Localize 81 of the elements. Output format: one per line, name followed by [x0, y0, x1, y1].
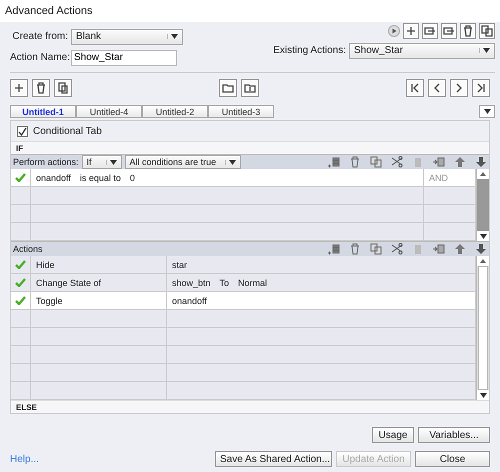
target-text: star	[172, 260, 188, 270]
insert-icon[interactable]	[433, 243, 445, 255]
caret-icon	[484, 109, 490, 114]
checkbox-label: Conditional Tab	[33, 126, 102, 136]
field-label: Create from:	[11, 31, 68, 42]
help-link[interactable]: Help...	[10, 454, 39, 464]
target-text: onandoff	[172, 296, 207, 306]
scroll-up-icon[interactable]	[480, 259, 486, 263]
scroll-up-icon[interactable]	[480, 172, 486, 176]
existing-actions-dropdown[interactable]: Show_Star	[349, 42, 495, 58]
condition-mode-dropdown[interactable]: All conditions are true	[124, 155, 241, 169]
caret-icon	[480, 234, 486, 238]
add-icon[interactable]	[10, 79, 28, 97]
duplicate-icon[interactable]	[479, 23, 495, 39]
insert-icon[interactable]	[433, 156, 445, 168]
tab[interactable]: Untitled-1	[10, 105, 76, 118]
section-header: Actions	[13, 244, 43, 254]
trash-icon[interactable]	[32, 79, 50, 97]
check-icon[interactable]	[15, 173, 26, 182]
action-cell: Change State of	[31, 274, 167, 291]
perform-actions-label: Perform actions:	[13, 157, 79, 167]
checkbox[interactable]	[17, 126, 28, 136]
arrow-down-icon[interactable]	[475, 156, 487, 168]
target-text: To	[220, 278, 230, 288]
action-row[interactable]: Change State of show_btn To Normal	[11, 274, 476, 292]
next-icon[interactable]	[450, 79, 468, 97]
caret-icon	[224, 160, 236, 164]
scissors-icon[interactable]	[391, 156, 403, 168]
action-name-field[interactable]: Show_Star	[71, 50, 177, 66]
arrow-down-icon[interactable]	[475, 243, 487, 255]
copy-icon[interactable]	[370, 243, 382, 255]
trash-icon[interactable]	[349, 243, 361, 255]
arrow-up-icon[interactable]	[454, 243, 466, 255]
play-icon[interactable]	[388, 25, 400, 37]
action-cell: Toggle	[31, 292, 167, 309]
duplicate-icon[interactable]	[54, 79, 72, 97]
check-icon[interactable]	[15, 296, 26, 305]
condition-text: 0	[130, 172, 135, 182]
last-icon[interactable]	[472, 79, 490, 97]
target-text: Normal	[238, 278, 268, 288]
caret-icon	[106, 160, 117, 164]
create-from-dropdown[interactable]: Blank	[71, 28, 183, 44]
tab[interactable]: Untitled-2	[142, 105, 208, 118]
insert-row-icon[interactable]	[328, 156, 340, 168]
dialog-button[interactable]: Close	[415, 451, 490, 467]
trash-icon[interactable]	[460, 23, 476, 39]
caret-icon	[167, 34, 178, 39]
scrollbar[interactable]	[476, 256, 489, 400]
window-title: Advanced Actions	[5, 5, 92, 17]
scissors-icon[interactable]	[391, 243, 403, 255]
field-label: Existing Actions:	[273, 45, 346, 56]
action-cell: Hide	[31, 256, 167, 273]
section-header: IF	[11, 141, 489, 154]
check-icon[interactable]	[15, 260, 26, 269]
dialog-button[interactable]: Save As Shared Action...	[215, 451, 332, 467]
action-row[interactable]: Hide star	[11, 256, 476, 274]
copy-icon[interactable]	[370, 156, 382, 168]
caret-icon	[480, 392, 486, 398]
tabs-menu-button[interactable]	[479, 105, 495, 118]
tab[interactable]: Untitled-4	[76, 105, 142, 118]
trash-icon[interactable]	[349, 156, 361, 168]
previous-icon[interactable]	[428, 79, 446, 97]
insert-row-icon[interactable]	[328, 243, 340, 255]
caret-icon	[479, 48, 490, 53]
dialog-button[interactable]: Usage	[372, 427, 414, 443]
tab[interactable]: Untitled-3	[208, 105, 274, 118]
condition-text: is equal to	[80, 172, 121, 182]
dialog-button[interactable]: Variables...	[418, 427, 490, 443]
section-header: ELSE	[11, 400, 489, 413]
add-icon[interactable]	[403, 23, 419, 39]
scrollbar[interactable]	[476, 169, 489, 241]
folder-icon[interactable]	[219, 79, 237, 97]
field-label: Action Name:	[10, 52, 68, 63]
condition-text: onandoff	[36, 172, 71, 182]
check-icon[interactable]	[15, 278, 26, 287]
target-text: show_btn	[172, 278, 211, 288]
perform-dropdown[interactable]: If	[82, 155, 122, 169]
folder-icon[interactable]	[241, 79, 259, 97]
action-row[interactable]: Toggle onandoff	[11, 292, 476, 310]
arrow-up-icon[interactable]	[454, 156, 466, 168]
first-icon[interactable]	[406, 79, 424, 97]
